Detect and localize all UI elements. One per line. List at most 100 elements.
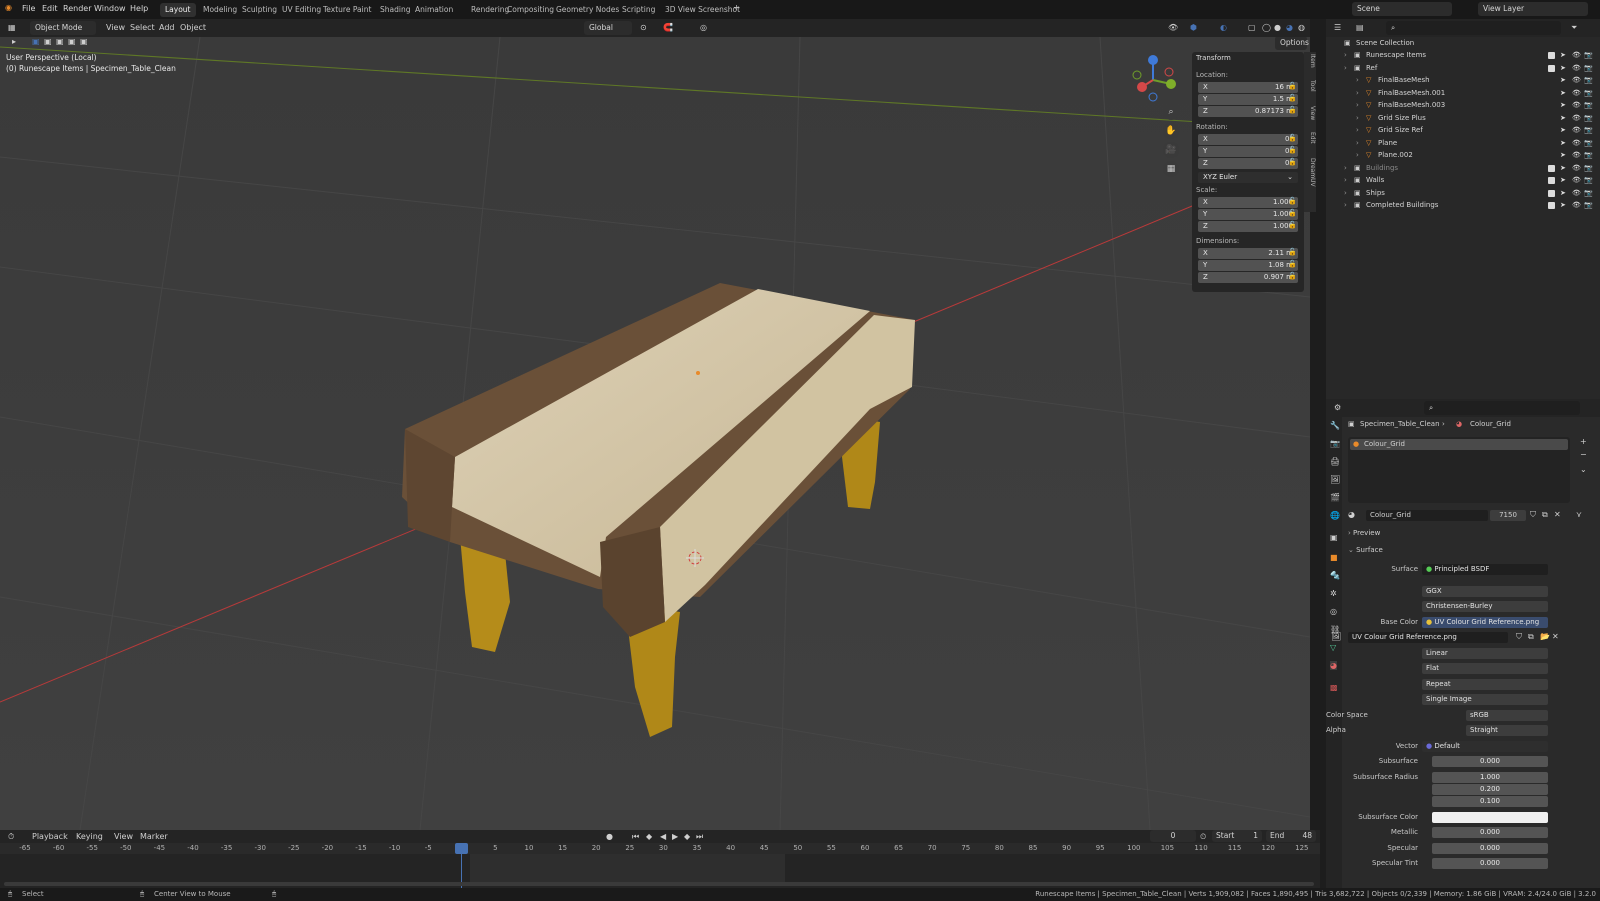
breadcrumb-object[interactable]: Specimen_Table_Clean xyxy=(1360,420,1440,428)
display-mode-icon[interactable]: ▤ xyxy=(1356,23,1364,32)
wireframe-shading-icon[interactable]: ◯ xyxy=(1262,23,1271,32)
specular-tint-field[interactable]: 0.000 xyxy=(1432,858,1548,869)
dimensions-z-field[interactable]: Z 0.907 m xyxy=(1198,272,1298,283)
outliner-row[interactable]: › ▽ FinalBaseMesh ➤ 👁 📷 xyxy=(1326,75,1600,87)
exclude-checkbox[interactable] xyxy=(1548,202,1555,209)
expand-arrow-icon[interactable]: › xyxy=(1344,64,1347,72)
slot-specials-icon[interactable]: ⌄ xyxy=(1580,465,1587,474)
eye-icon[interactable]: 👁 xyxy=(1572,176,1581,184)
play-icon[interactable]: ▶ xyxy=(672,832,678,841)
workspace-tab[interactable]: Modeling xyxy=(198,3,242,17)
outliner-row[interactable]: › ▣ Walls ➤ 👁 📷 xyxy=(1326,175,1600,187)
vector-field[interactable]: ● Default xyxy=(1422,741,1548,752)
object-menu[interactable]: Object xyxy=(180,23,206,32)
render-camera-icon[interactable]: 📷 xyxy=(1584,101,1593,109)
scene-selector[interactable]: Scene xyxy=(1352,2,1452,16)
select-invert-icon[interactable]: ▣ xyxy=(68,37,76,46)
lock-icon[interactable]: 🔓 xyxy=(1288,158,1297,166)
dimensions-y-field[interactable]: Y 1.08 m xyxy=(1198,260,1298,271)
expand-arrow-icon[interactable]: › xyxy=(1356,151,1359,159)
extension-dropdown[interactable]: Repeat xyxy=(1422,679,1548,690)
outliner-row[interactable]: › ▣ Completed Buildings ➤ 👁 📷 xyxy=(1326,200,1600,212)
outliner-search-input[interactable]: ⌕ xyxy=(1386,21,1561,35)
visibility-icon[interactable]: 👁 xyxy=(1168,23,1178,32)
3d-viewport[interactable]: User Perspective (Local) (0) Runescape I… xyxy=(0,37,1310,830)
metallic-field[interactable]: 0.000 xyxy=(1432,827,1548,838)
render-camera-icon[interactable]: 📷 xyxy=(1584,64,1593,72)
scale-y-field[interactable]: Y 1.000 xyxy=(1198,209,1298,220)
keying-menu[interactable]: Keying xyxy=(76,832,103,841)
output-tab-icon[interactable]: 🖨 xyxy=(1330,457,1340,466)
outliner-row[interactable]: › ▽ FinalBaseMesh.003 ➤ 👁 📷 xyxy=(1326,100,1600,112)
rotation-mode-dropdown[interactable]: XYZ Euler ⌄ xyxy=(1198,172,1298,183)
lock-icon[interactable]: 🔓 xyxy=(1288,94,1297,102)
outliner-row[interactable]: › ▣ Ref ➤ 👁 📷 xyxy=(1326,63,1600,75)
options-dropdown[interactable]: Options xyxy=(1275,37,1309,50)
scale-x-field[interactable]: X 1.000 xyxy=(1198,197,1298,208)
outliner-row[interactable]: › ▽ Grid Size Ref ➤ 👁 📷 xyxy=(1326,125,1600,137)
preview-panel-header[interactable]: › Preview xyxy=(1348,529,1588,541)
projection-dropdown[interactable]: Flat xyxy=(1422,663,1548,674)
add-workspace-icon[interactable]: + xyxy=(733,3,740,12)
menu-file[interactable]: File xyxy=(22,4,35,13)
rotation-y-field[interactable]: Y 0° xyxy=(1198,146,1298,157)
eye-icon[interactable]: 👁 xyxy=(1572,89,1581,97)
outliner-row[interactable]: › ▣ Buildings ➤ 👁 📷 xyxy=(1326,163,1600,175)
eye-icon[interactable]: 👁 xyxy=(1572,201,1581,209)
pivot-icon[interactable]: ⊙ xyxy=(640,23,647,32)
select-toggle-icon[interactable]: ➤ xyxy=(1560,76,1566,84)
material-shading-icon[interactable]: ◕ xyxy=(1286,23,1293,32)
expand-arrow-icon[interactable]: › xyxy=(1344,51,1347,59)
alpha-dropdown[interactable]: Straight xyxy=(1466,725,1548,736)
exclude-checkbox[interactable] xyxy=(1548,64,1555,72)
menu-edit[interactable]: Edit xyxy=(42,4,58,13)
outliner-root-row[interactable]: ▣ Scene Collection xyxy=(1326,38,1600,50)
expand-arrow-icon[interactable]: › xyxy=(1344,201,1347,209)
outliner-row[interactable]: › ▽ Plane.002 ➤ 👁 📷 xyxy=(1326,150,1600,162)
snap-icon[interactable]: 🧲 xyxy=(663,23,673,32)
camera-view-icon[interactable]: 🎥 xyxy=(1163,142,1179,158)
world-tab-icon[interactable]: 🌐 xyxy=(1330,511,1340,520)
rotation-z-field[interactable]: Z 0° xyxy=(1198,158,1298,169)
eye-icon[interactable]: 👁 xyxy=(1572,101,1581,109)
clock-icon[interactable]: ⏲ xyxy=(1200,832,1206,842)
duplicate-icon[interactable]: ⧉ xyxy=(1542,510,1548,520)
transform-title[interactable]: Transform xyxy=(1196,54,1231,62)
image-new-icon[interactable]: ⧉ xyxy=(1528,632,1534,642)
render-camera-icon[interactable]: 📷 xyxy=(1584,89,1593,97)
current-frame-field[interactable]: 0 xyxy=(1150,830,1196,842)
properties-editor-icon[interactable]: ⚙ xyxy=(1334,403,1341,412)
xray-icon[interactable]: ▢ xyxy=(1248,23,1256,32)
render-camera-icon[interactable]: 📷 xyxy=(1584,151,1593,159)
material-name-field[interactable]: Colour_Grid xyxy=(1366,510,1488,521)
eye-icon[interactable]: 👁 xyxy=(1572,164,1581,172)
select-toggle-icon[interactable]: ➤ xyxy=(1560,114,1566,122)
filter-icon[interactable]: ⏷ xyxy=(1571,23,1577,33)
outliner-row[interactable]: › ▽ Grid Size Plus ➤ 👁 📷 xyxy=(1326,113,1600,125)
source-dropdown[interactable]: Single Image xyxy=(1422,694,1548,705)
playback-menu[interactable]: Playback xyxy=(32,832,68,841)
jump-start-icon[interactable]: ⏮ xyxy=(632,832,639,842)
select-intersect-icon[interactable]: ▣ xyxy=(80,37,88,46)
surface-shader-field[interactable]: ● Principled BSDF xyxy=(1422,564,1548,575)
npanel-tab[interactable]: Item xyxy=(1304,54,1316,68)
image-name-field[interactable]: UV Colour Grid Reference.png xyxy=(1348,632,1508,643)
outliner-row[interactable]: › ▽ FinalBaseMesh.001 ➤ 👁 📷 xyxy=(1326,88,1600,100)
specular-field[interactable]: 0.000 xyxy=(1432,843,1548,854)
material-slot-item[interactable]: ● Colour_Grid xyxy=(1350,439,1568,450)
view-layer-tab-icon[interactable]: 🖼 xyxy=(1330,475,1340,484)
select-toggle-icon[interactable]: ➤ xyxy=(1560,89,1566,97)
outliner-row[interactable]: › ▣ Runescape Items ➤ 👁 📷 xyxy=(1326,50,1600,62)
color-space-dropdown[interactable]: sRGB xyxy=(1466,710,1548,721)
add-slot-icon[interactable]: + xyxy=(1580,437,1587,446)
start-frame-field[interactable]: Start 1 xyxy=(1212,830,1262,842)
play-reverse-icon[interactable]: ◀ xyxy=(660,832,666,841)
menu-render[interactable]: Render xyxy=(63,4,91,13)
select-extend-icon[interactable]: ▣ xyxy=(44,37,52,46)
toolbar-cursor-icon[interactable]: ▸ xyxy=(12,37,16,46)
timeline-editor-icon[interactable]: ⏱ xyxy=(8,832,14,842)
workspace-tab[interactable]: Geometry Nodes xyxy=(551,3,624,17)
select-toggle-icon[interactable]: ➤ xyxy=(1560,64,1566,72)
render-camera-icon[interactable]: 📷 xyxy=(1584,176,1593,184)
object-tab-icon[interactable]: ■ xyxy=(1330,553,1338,562)
